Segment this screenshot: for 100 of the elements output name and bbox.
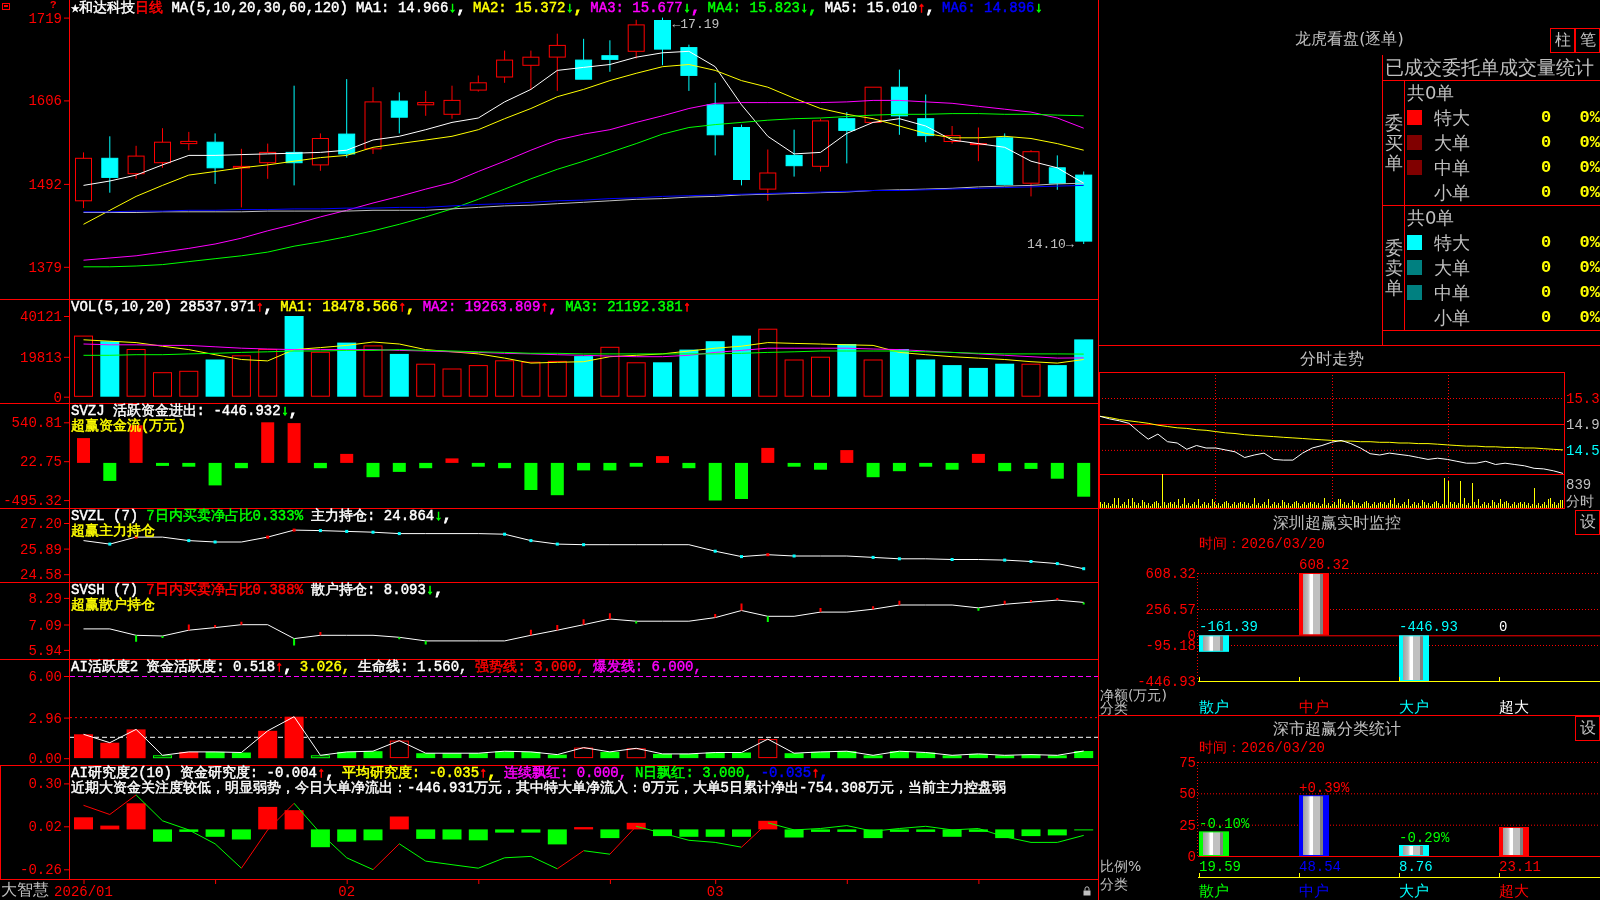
settings-button[interactable]: 设 <box>1575 716 1600 741</box>
legend-text: 散户持仓: 8.093 <box>311 583 426 598</box>
legend-text: 连续飘红: 0.000, <box>503 766 628 781</box>
legend-text: -0.035 <box>760 766 812 781</box>
legend-text: MA2: 19263.809 <box>422 300 541 315</box>
axis-label: 14.9 <box>1566 417 1600 433</box>
axis-label: 1606 <box>28 93 62 110</box>
order-percent: 0% <box>1578 133 1600 152</box>
candle <box>75 151 92 209</box>
legend-text: 近期大资金关注度较低，明显弱势，今日大单净流出：-446.931万元，其中特大单净流入：0万元，大单5日累计净出-754.308万元，当前主力控盘弱 <box>71 781 1007 796</box>
legend-text: , <box>691 1 700 16</box>
chart-mode-button[interactable]: 柱 <box>1550 28 1575 53</box>
date-text: 时间：2026/03/20 <box>1199 536 1325 552</box>
legend-text: , <box>434 583 443 598</box>
order-count: 0 <box>1539 283 1553 302</box>
candle <box>522 50 540 90</box>
group-label: 委买单 <box>1384 113 1403 173</box>
candle <box>917 94 935 143</box>
legend-text: , <box>263 300 273 315</box>
category-label: 中户 <box>1299 882 1329 900</box>
legend-text: ↑ <box>255 300 264 315</box>
axis-label: 24.58 <box>20 567 62 582</box>
value-label: 8.76 <box>1399 859 1433 875</box>
legend-text: ↓ <box>565 1 574 16</box>
category-label: 超大 <box>1499 698 1529 715</box>
order-total: 共0单 <box>1406 81 1456 105</box>
axis-label: 256.57 <box>1145 602 1196 618</box>
axis-label: 6.00 <box>28 669 62 685</box>
axis-title: 分类 <box>1100 876 1128 892</box>
order-percent: 0% <box>1578 233 1600 252</box>
value-label: -446.93 <box>1399 619 1458 636</box>
change-label: +0.39% <box>1299 780 1350 797</box>
value-label: 0 <box>1499 619 1508 636</box>
value-label: 23.11 <box>1499 859 1541 875</box>
legend-text: ↑ <box>317 766 326 781</box>
date-text: 时间：2026/03/20 <box>1199 740 1325 756</box>
candle <box>838 111 856 164</box>
axis-label: -495.32 <box>3 493 62 508</box>
axis-label: 50 <box>1179 786 1196 803</box>
order-total: 共0单 <box>1406 206 1456 230</box>
legend-text: MA6: 14.896 <box>942 1 1035 16</box>
axis-label: 1492 <box>28 176 62 193</box>
order-count: 0 <box>1539 233 1553 252</box>
legend-text: SVZJ <box>71 404 105 419</box>
candle <box>443 85 461 120</box>
candle <box>1022 149 1040 197</box>
axis-label: 7.09 <box>28 617 62 634</box>
legend-text: , <box>819 766 828 781</box>
order-type: 大单 <box>1434 257 1471 278</box>
candle <box>759 149 777 202</box>
order-percent: 0% <box>1578 158 1600 177</box>
candle <box>680 44 698 92</box>
legend-text: ↓ <box>434 509 443 524</box>
value-label: 19.59 <box>1199 859 1241 875</box>
brand-label: 大智慧 <box>1 881 49 899</box>
legend-text: SVZL (7) <box>71 509 139 524</box>
legend-text: N日飘红: 3.000, <box>635 766 753 781</box>
axis-title: 净额(万元) <box>1100 687 1167 703</box>
legend-text: , <box>487 766 496 781</box>
chart-title: 深市超赢分类统计 <box>1273 718 1401 739</box>
candle <box>548 33 566 92</box>
candle <box>785 129 803 178</box>
axis-label: 608.32 <box>1145 566 1196 582</box>
chart-title: 深圳超赢实时监控 <box>1273 512 1401 533</box>
legend-text: MA5: 15.010 <box>824 1 918 16</box>
chart-mode-button[interactable]: 笔 <box>1575 28 1600 53</box>
legend-text: ↑ <box>397 300 407 315</box>
legend-text: , <box>406 300 415 315</box>
legend-text: SVSH (7) <box>71 583 139 598</box>
legend-text: ↓ <box>1034 1 1043 16</box>
candle <box>627 19 645 60</box>
legend-text: , <box>325 766 334 781</box>
axis-label: 540.81 <box>11 415 62 432</box>
order-count: 0 <box>1539 308 1553 327</box>
settings-button[interactable]: 设 <box>1575 510 1600 535</box>
value-label: 48.54 <box>1299 859 1341 875</box>
group-label: 委卖单 <box>1384 238 1403 298</box>
axis-label: 1719 <box>28 10 62 27</box>
legend-text: , <box>456 1 466 16</box>
candle <box>180 131 198 151</box>
legend-text: MA4: 15.823 <box>707 1 800 16</box>
legend-text: ↑ <box>682 300 692 315</box>
legend-text: MA1: 14.966 <box>355 1 449 16</box>
legend-text: 超赢主力持仓 <box>71 524 155 539</box>
legend-text: ↑ <box>479 766 488 781</box>
candle <box>206 132 224 185</box>
axis-label: 19813 <box>20 349 62 366</box>
legend-text: 7日内买卖净占比0.333% <box>146 509 304 524</box>
category-label: 散户 <box>1199 882 1229 900</box>
order-count: 0 <box>1539 183 1553 202</box>
axis-label: 0.30 <box>28 776 62 793</box>
legend-text: ↑ <box>540 300 549 315</box>
legend-text: 日线 <box>135 1 164 16</box>
candle <box>864 86 882 123</box>
legend-text: AI研究度2(10) <box>71 766 172 781</box>
legend-text: ↓ <box>280 404 290 419</box>
order-type: 大单 <box>1434 132 1471 153</box>
axis-label: 0 <box>53 389 62 403</box>
legend-text: , <box>808 1 817 16</box>
order-type: 小单 <box>1434 307 1471 328</box>
